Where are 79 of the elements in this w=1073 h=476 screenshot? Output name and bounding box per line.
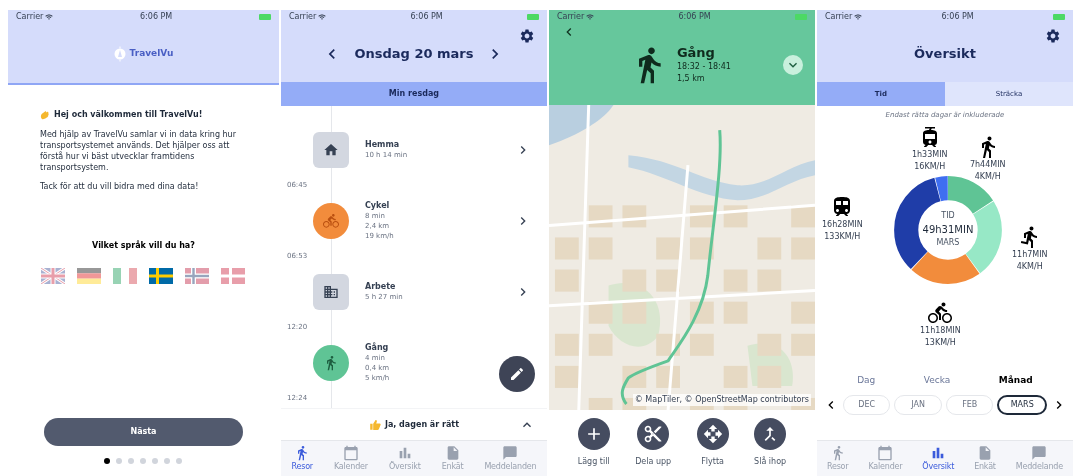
trip-distance: 1,5 km: [676, 72, 706, 85]
battery-icon: [794, 14, 807, 20]
action-button[interactable]: [754, 418, 787, 450]
period-option[interactable]: Månad: [998, 373, 1033, 387]
entry-title: Arbete: [364, 281, 397, 292]
flag-icon[interactable]: [149, 268, 174, 284]
clock-text: 6:06 PM: [678, 11, 711, 23]
carrier-text: Carrier: [824, 11, 853, 23]
edit-button[interactable]: [498, 356, 535, 392]
intro-paragraph: Tack för att du vill bidra med dina data!: [40, 181, 200, 192]
carrier-text: Carrier: [288, 11, 317, 23]
calendar-icon: [342, 444, 359, 461]
intro-paragraph: Med hjälp av TravelVu samlar vi in data kring hur transportsystemet används. Det hjälper oss att förstå hur vi bäst utvecklar framtidens transportsystem.: [40, 129, 237, 173]
wifi-icon: [586, 13, 595, 21]
mode-time: 16h28MIN: [821, 218, 863, 231]
wifi-icon: [854, 13, 863, 21]
month-pill[interactable]: MARS: [997, 395, 1047, 415]
wifi-icon: [318, 13, 327, 21]
entry-title: Cykel: [364, 200, 391, 211]
expand-button[interactable]: [782, 54, 803, 75]
battery-icon: [526, 14, 539, 20]
next-button[interactable]: Nästa: [44, 418, 243, 446]
action-label: Lägg till: [577, 456, 610, 468]
screen-title: Översikt: [913, 45, 977, 63]
calendar-icon: [877, 444, 894, 461]
trip-time-range: 18:32 - 18:41: [676, 60, 731, 73]
clock-text: 6:06 PM: [410, 11, 443, 23]
mode-time: 1h33MIN: [911, 148, 948, 161]
mode-speed: 16KM/H: [914, 160, 946, 173]
scissors-icon: [643, 424, 664, 444]
center-label: TID: [941, 210, 955, 222]
mode-speed: 4KM/H: [1016, 260, 1043, 273]
mode-time: 7h44MIN: [969, 158, 1006, 171]
tab-bar-item[interactable]: Översikt: [922, 444, 955, 473]
wifi-icon: [45, 13, 54, 21]
carrier-text: Carrier: [16, 11, 44, 23]
bicycle-icon: [928, 300, 953, 325]
speech-bubble-icon: [502, 444, 519, 461]
mode-time: 11h18MIN: [919, 324, 961, 337]
total-time: 49h31MIN: [922, 223, 974, 237]
mode-speed: 4KM/H: [974, 170, 1001, 183]
logo-text: TravelVu: [129, 46, 174, 60]
trip-title: Gång: [676, 44, 716, 61]
battery-icon: [1053, 14, 1065, 20]
entry-title: Hemma: [364, 139, 401, 150]
mode-speed: 13KM/H: [924, 336, 956, 349]
period-option[interactable]: Dag: [857, 373, 876, 387]
action-label: Flytta: [701, 456, 724, 468]
action-button[interactable]: [577, 418, 610, 450]
language-question: Vilket språk vill du ha?: [92, 240, 195, 252]
action-label: Slå ihop: [754, 456, 787, 468]
settings-icon[interactable]: [518, 28, 535, 44]
carrier-text: Carrier: [556, 11, 585, 23]
center-period: MARS: [936, 237, 960, 249]
date-title: Onsdag 20 mars: [354, 45, 474, 64]
mode-speed: 133KM/H: [824, 230, 861, 243]
mode-time: 11h7MIN: [1011, 248, 1048, 261]
action-button[interactable]: [637, 418, 670, 450]
entry-title: Gång: [364, 342, 390, 353]
speech-bubble-icon: [1031, 444, 1048, 461]
thumbs-up-icon: [368, 418, 381, 431]
tab-bar-item[interactable]: Resor: [291, 444, 313, 473]
clock-text: 6:06 PM: [941, 11, 974, 23]
pencil-icon: [508, 366, 525, 382]
four-arrows-icon: [702, 424, 723, 444]
confirm-day-text[interactable]: Ja, dagen är rätt: [384, 418, 459, 431]
action-label: Dela upp: [635, 456, 672, 468]
action-button[interactable]: [696, 418, 729, 450]
settings-icon[interactable]: [1045, 28, 1061, 44]
building-icon: [322, 283, 339, 300]
map-attribution: © MapTiler, © OpenStreetMap contributors: [632, 394, 811, 406]
clock-text: 6:06 PM: [140, 11, 173, 23]
house-icon: [322, 141, 339, 158]
battery-icon: [258, 14, 271, 20]
greeting-text: Hej och välkommen till TravelVu!: [54, 109, 203, 121]
compass-logo-icon: [113, 45, 126, 62]
period-option[interactable]: Vecka: [923, 373, 951, 387]
bicycle-icon: [322, 212, 339, 229]
section-header: Min resdag: [280, 82, 547, 106]
